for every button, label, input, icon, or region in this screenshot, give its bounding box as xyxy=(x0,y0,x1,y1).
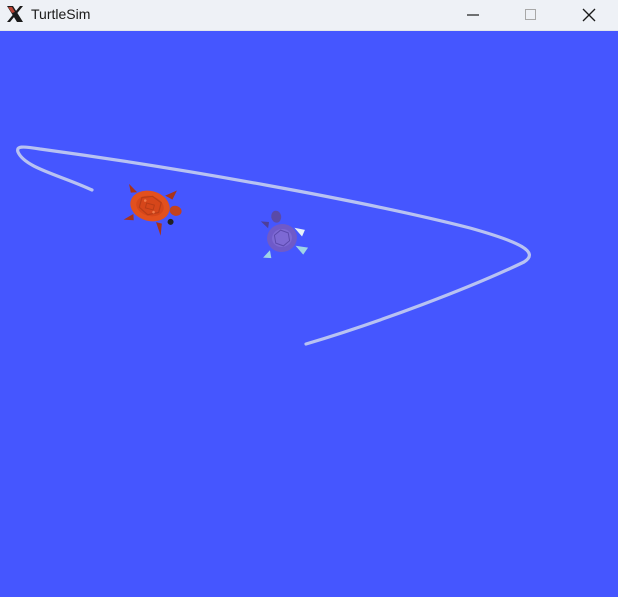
maximize-button[interactable] xyxy=(502,0,560,30)
drawing-surface xyxy=(16,145,531,346)
turtle-canvas[interactable] xyxy=(0,31,618,597)
minimize-icon xyxy=(467,14,479,16)
x-window-icon xyxy=(5,4,25,24)
turtlesim-window: TurtleSim xyxy=(0,0,618,597)
title-bar[interactable]: TurtleSim xyxy=(0,0,618,31)
close-button[interactable] xyxy=(560,0,618,30)
window-title: TurtleSim xyxy=(31,6,91,22)
minimize-button[interactable] xyxy=(444,0,502,30)
turtle-orange xyxy=(123,183,182,236)
maximize-icon xyxy=(525,9,536,20)
turtle-purple xyxy=(260,210,309,259)
close-icon xyxy=(582,8,596,22)
